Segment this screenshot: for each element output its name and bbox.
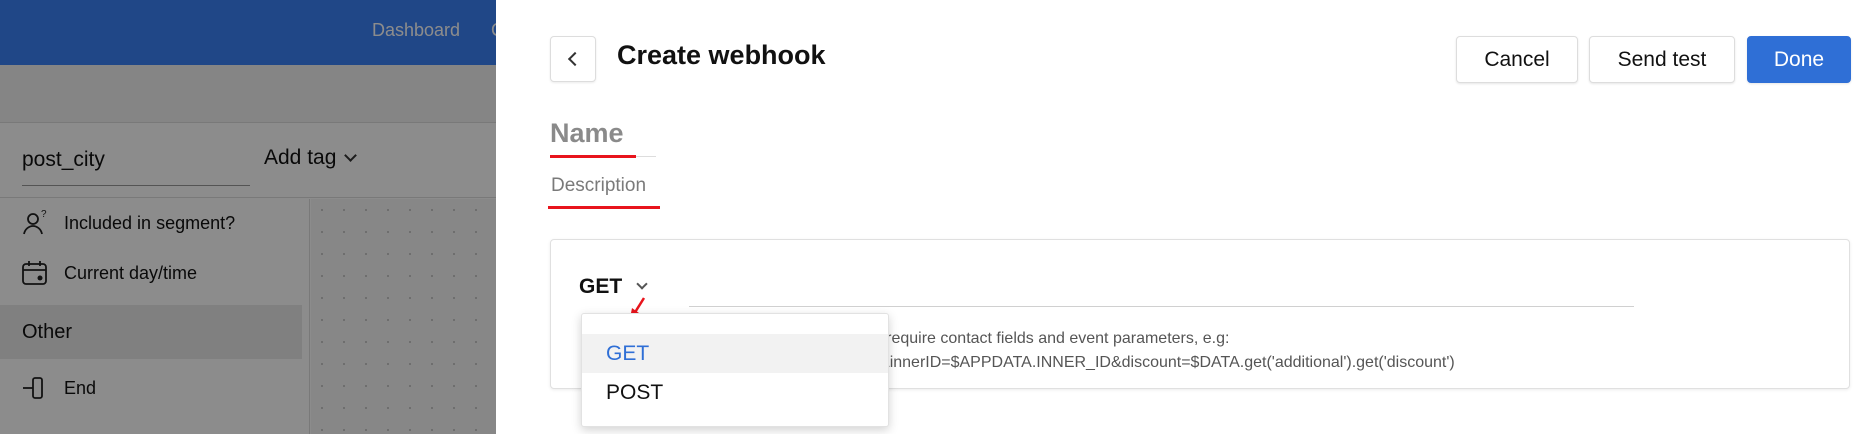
method-dropdown-menu: GET POST bbox=[581, 313, 889, 427]
background-app: Dashboard C post_city Add tag ? Included… bbox=[0, 0, 496, 434]
method-select-value: GET bbox=[579, 275, 623, 298]
back-button[interactable] bbox=[550, 36, 596, 82]
method-option-post[interactable]: POST bbox=[582, 373, 888, 412]
send-test-button[interactable]: Send test bbox=[1589, 36, 1735, 83]
url-input[interactable] bbox=[689, 306, 1634, 307]
hint-line: EMAIL&innerID=$APPDATA.INNER_ID&discount… bbox=[831, 354, 1455, 371]
annotation-underline bbox=[550, 155, 636, 158]
cancel-button[interactable]: Cancel bbox=[1456, 36, 1578, 83]
chevron-down-icon bbox=[636, 278, 648, 290]
hint-line: sible to require contact fields and even… bbox=[831, 330, 1230, 347]
page-title: Create webhook bbox=[617, 40, 826, 70]
method-option-get[interactable]: GET bbox=[582, 334, 888, 373]
webhook-name-field[interactable]: Name bbox=[550, 118, 624, 149]
annotation-underline bbox=[548, 206, 660, 209]
webhook-description-field[interactable]: Description bbox=[551, 175, 646, 197]
chevron-left-icon bbox=[567, 51, 583, 67]
done-button[interactable]: Done bbox=[1747, 36, 1851, 83]
modal-backdrop[interactable] bbox=[0, 0, 496, 434]
url-hint-text: sible to require contact fields and even… bbox=[831, 327, 1455, 375]
